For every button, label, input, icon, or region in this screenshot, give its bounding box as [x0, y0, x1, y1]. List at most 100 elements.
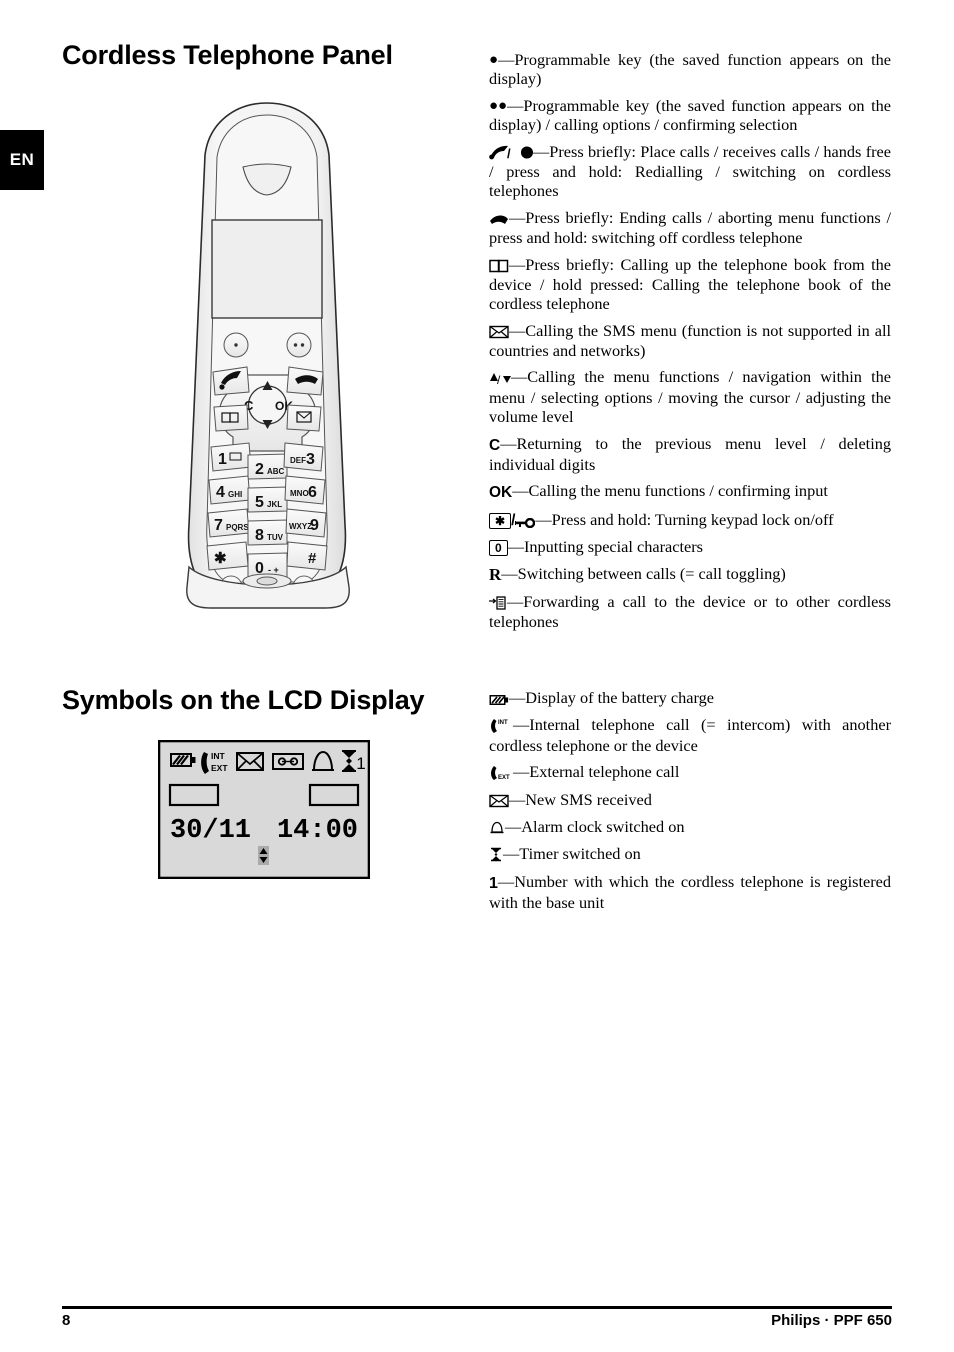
- svg-text:4: 4: [216, 484, 225, 501]
- panel-key-entry: —Press briefly: Ending calls / aborting …: [489, 208, 891, 248]
- onhook-handset-icon: [489, 209, 509, 228]
- section-title-lcd: Symbols on the LCD Display: [62, 685, 425, 715]
- offhook-handset-slash-handsfree-icon: /: [489, 143, 533, 162]
- svg-text:3: 3: [306, 451, 315, 468]
- handset-number: 1: [356, 754, 365, 773]
- svg-text:EXT: EXT: [498, 775, 510, 780]
- lcd-symbol-text: —Number with which the cordless telephon…: [489, 871, 891, 912]
- call-forward-to-device-icon: [489, 593, 507, 612]
- double-dot-soft-key-icon: ●●: [489, 97, 508, 114]
- svg-text:TUV: TUV: [267, 533, 284, 542]
- c-key-icon: C: [489, 436, 501, 454]
- lcd-symbol-entry: EXT —External telephone call: [489, 762, 891, 782]
- ok-key-icon: OK: [489, 484, 513, 502]
- cordless-telephone-illustration: C OK 1 2 ABC DEF 3 4 GHI 5 JKL MNO 6 7 P…: [175, 95, 360, 605]
- lcd-symbol-entry: —Display of the battery charge: [489, 688, 891, 708]
- panel-key-entry: ✱ / —Press and hold: Turning keypad lock …: [489, 510, 891, 530]
- svg-text:WXYZ: WXYZ: [289, 522, 312, 531]
- language-tab-label: EN: [9, 150, 35, 169]
- svg-text:INT: INT: [211, 751, 226, 761]
- battery-icon: [489, 689, 509, 708]
- svg-text:MNO: MNO: [290, 489, 309, 498]
- panel-keys-list: ●—Programmable key (the saved function a…: [489, 50, 891, 632]
- handset-ext-icon: EXT: [489, 763, 513, 782]
- lcd-symbol-entry: 1—Number with which the cordless telepho…: [489, 872, 891, 912]
- phone-microphone-area: [175, 565, 360, 610]
- panel-key-entry: OK—Calling the menu functions / confirmi…: [489, 481, 891, 502]
- handset-number-icon: 1: [489, 874, 498, 892]
- svg-text:INT: INT: [498, 720, 508, 726]
- alarm-bell-icon: [489, 818, 505, 837]
- svg-text:8: 8: [255, 527, 264, 544]
- svg-text:6: 6: [308, 484, 317, 501]
- page-number: 8: [62, 1312, 71, 1329]
- panel-key-entry: ●—Programmable key (the saved function a…: [489, 50, 891, 89]
- panel-key-text: —Calling the menu functions / confirming…: [512, 481, 828, 501]
- handset-int-icon: INT: [489, 716, 513, 735]
- panel-key-text: —Press briefly: Calling up the telephone…: [489, 254, 891, 314]
- svg-text:/: /: [507, 146, 511, 160]
- lcd-symbol-text: —Internal telephone call (= intercom) wi…: [489, 715, 891, 755]
- panel-key-text: —Programmable key (the saved function ap…: [489, 50, 891, 89]
- panel-key-text: —Calling the SMS menu (function is not s…: [489, 320, 891, 361]
- panel-key-text: —Programmable key (the saved function ap…: [489, 95, 891, 135]
- star-key-icon: ✱: [489, 512, 512, 529]
- panel-key-entry: 0 —Inputting special characters: [489, 537, 891, 557]
- svg-text:EXT: EXT: [211, 763, 228, 773]
- panel-key-text: —Switching between calls (= call togglin…: [501, 563, 786, 583]
- panel-key-entry: / —Calling the menu functions / navigati…: [489, 367, 891, 426]
- svg-text:JKL: JKL: [267, 500, 282, 509]
- up-down-arrows-icon: /: [489, 368, 511, 387]
- svg-text:GHI: GHI: [228, 490, 242, 499]
- scroll-up-down-indicator: [258, 846, 269, 865]
- panel-key-entry: ●●—Programmable key (the saved function …: [489, 96, 891, 135]
- lcd-symbol-text: —Alarm clock switched on: [505, 816, 685, 836]
- envelope-sms-icon: [489, 791, 509, 810]
- lcd-symbol-entry: —Alarm clock switched on: [489, 817, 891, 837]
- page-title: Cordless Telephone Panel: [62, 40, 393, 70]
- panel-key-text: —Returning to the previous menu level / …: [489, 433, 891, 475]
- open-book-phonebook-icon: [489, 256, 509, 275]
- lcd-time: 14:00: [277, 816, 358, 846]
- lcd-date: 30/11: [170, 816, 251, 846]
- single-dot-soft-key-icon: ●: [489, 52, 499, 68]
- lcd-display-illustration: INT EXT 1 30/11 14:00: [157, 739, 371, 880]
- svg-text:2: 2: [255, 461, 264, 478]
- lcd-symbol-entry: —New SMS received: [489, 790, 891, 810]
- footer-brand: Philips · PPF 650: [771, 1312, 892, 1329]
- panel-key-text: —Forwarding a call to the device or to o…: [489, 591, 891, 632]
- svg-text:/: /: [497, 373, 501, 385]
- svg-text:7: 7: [214, 517, 223, 534]
- hourglass-timer-icon: [489, 845, 503, 864]
- panel-key-text: —Press and hold: Turning keypad lock on/…: [535, 509, 834, 529]
- panel-key-entry: —Forwarding a call to the device or to o…: [489, 592, 891, 632]
- panel-key-text: —Press briefly: Ending calls / aborting …: [489, 207, 891, 248]
- panel-key-text: —Inputting special characters: [507, 537, 703, 557]
- footer-divider: [62, 1306, 892, 1309]
- svg-text:ABC: ABC: [267, 467, 285, 476]
- panel-key-text: —Press briefly: Place calls / receives c…: [489, 141, 891, 201]
- lcd-symbol-text: —New SMS received: [509, 789, 652, 809]
- lcd-symbol-text: —Timer switched on: [503, 844, 641, 864]
- language-tab: EN: [0, 130, 44, 190]
- handset-int-ext-icon: INT EXT: [201, 751, 228, 774]
- panel-key-entry: / —Press briefly: Place calls / receives…: [489, 142, 891, 201]
- lcd-symbol-entry: INT —Internal telephone call (= intercom…: [489, 715, 891, 755]
- lcd-symbol-text: —Display of the battery charge: [509, 688, 714, 707]
- svg-text:DEF: DEF: [290, 456, 306, 465]
- svg-text:5: 5: [255, 494, 264, 511]
- lcd-symbol-entry: —Timer switched on: [489, 844, 891, 864]
- svg-text:9: 9: [310, 517, 319, 534]
- panel-key-entry: R—Switching between calls (= call toggli…: [489, 564, 891, 585]
- svg-text:1: 1: [218, 451, 227, 468]
- battery-icon: [170, 753, 196, 767]
- panel-key-entry: —Press briefly: Calling up the telephone…: [489, 255, 891, 314]
- panel-key-entry: C—Returning to the previous menu level /…: [489, 434, 891, 475]
- lcd-symbols-list: —Display of the battery charge INT —Inte…: [489, 688, 891, 912]
- keylock-key-icon: [514, 511, 536, 530]
- envelope-sms-icon: [489, 322, 509, 341]
- lcd-symbol-text: —External telephone call: [513, 762, 680, 782]
- panel-key-entry: —Calling the SMS menu (function is not s…: [489, 321, 891, 361]
- panel-key-text: —Calling the menu functions / navigation…: [489, 367, 891, 427]
- svg-text:PQRS: PQRS: [226, 523, 249, 532]
